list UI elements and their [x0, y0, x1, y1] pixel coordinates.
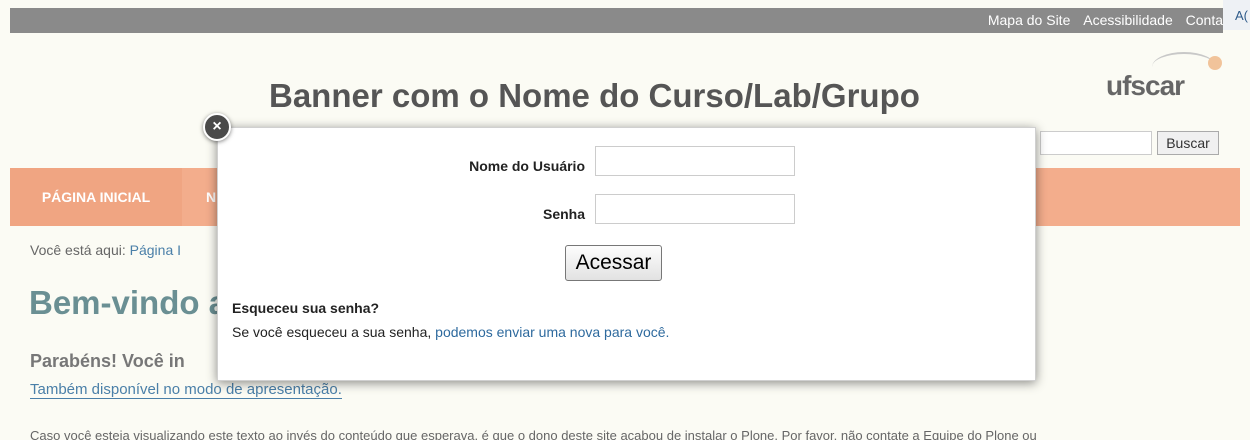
- site-map-link[interactable]: Mapa do Site: [988, 12, 1071, 28]
- top-bar: Mapa do Site Acessibilidade Conta: [10, 8, 1223, 33]
- forgot-password-heading: Esqueceu sua senha?: [232, 300, 380, 316]
- top-right-tab[interactable]: A(: [1223, 0, 1250, 30]
- presentation-mode-link[interactable]: Também disponível no modo de apresentaçã…: [30, 381, 342, 399]
- logo-orb: [1208, 56, 1222, 70]
- page-title: Bem-vindo a: [29, 284, 228, 321]
- top-links: Mapa do Site Acessibilidade Conta: [979, 12, 1223, 28]
- page-subtitle: Parabéns! Você in: [30, 351, 185, 371]
- top-right-tab-label: A(: [1235, 8, 1248, 23]
- search-input[interactable]: [1040, 131, 1152, 155]
- body-text: Caso você esteja visualizando este texto…: [30, 428, 1037, 440]
- banner-title: Banner com o Nome do Curso/Lab/Grupo: [269, 77, 920, 114]
- logo-text: ufscar: [1106, 70, 1185, 101]
- breadcrumb: Você está aqui: Página I: [30, 242, 181, 258]
- accessibility-link[interactable]: Acessibilidade: [1083, 12, 1173, 28]
- password-field[interactable]: [595, 194, 795, 224]
- forgot-password-prefix: Se você esqueceu a sua senha,: [232, 324, 432, 340]
- search-button[interactable]: Buscar: [1157, 131, 1219, 155]
- breadcrumb-home-link[interactable]: Página I: [130, 242, 181, 258]
- username-label: Nome do Usuário: [469, 158, 585, 174]
- login-modal: Nome do Usuário Senha Acessar Esqueceu s…: [217, 127, 1036, 381]
- password-label: Senha: [542, 206, 585, 222]
- login-submit-button[interactable]: Acessar: [565, 245, 662, 281]
- username-field[interactable]: [595, 146, 795, 176]
- account-link[interactable]: Conta: [1186, 12, 1223, 28]
- send-new-password-link[interactable]: podemos enviar uma nova para você.: [435, 324, 669, 340]
- forgot-password-text: Se você esqueceu a sua senha, podemos en…: [232, 324, 669, 340]
- close-icon[interactable]: ×: [203, 113, 231, 141]
- breadcrumb-prefix: Você está aqui:: [30, 242, 126, 258]
- nav-item-home[interactable]: PÁGINA INICIAL: [10, 168, 182, 226]
- ufscar-logo[interactable]: ufscar: [1100, 48, 1232, 108]
